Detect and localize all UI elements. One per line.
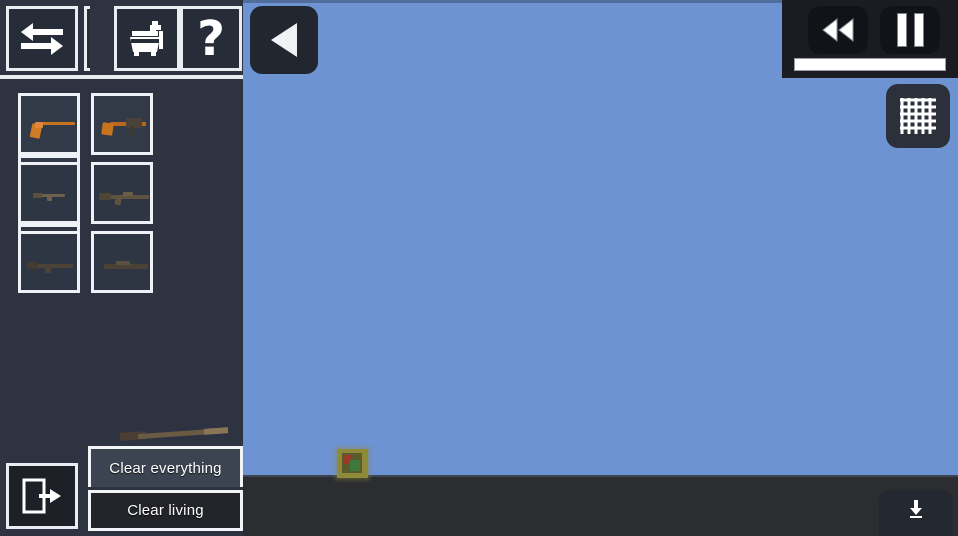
weapon-inventory-grid [18, 93, 233, 300]
inventory-row [18, 162, 233, 286]
exit-door-icon [22, 478, 61, 514]
download-arrow-icon [910, 500, 922, 518]
clear-everything-button[interactable]: Clear everything [88, 446, 243, 487]
clear-living-button[interactable]: Clear living [88, 490, 243, 531]
sidebar-toolbar: ? [0, 0, 243, 78]
clear-actions: Clear everything Clear living [88, 446, 243, 531]
paint-button[interactable] [114, 6, 180, 71]
inventory-slot-carbine[interactable] [18, 162, 80, 224]
playback-panel [782, 0, 958, 78]
swap-button[interactable] [6, 6, 78, 71]
weapon-sprite-floor-rifle [119, 424, 230, 441]
crate-detail-green [350, 460, 360, 471]
paint-bucket-icon [130, 20, 163, 56]
pause-icon [896, 13, 924, 47]
toolbar-divider [0, 75, 243, 79]
inventory-row [18, 93, 233, 217]
help-button[interactable]: ? [180, 6, 242, 71]
left-sidebar: ? Clear everything Clear living [0, 0, 243, 536]
inventory-slot-pistol[interactable] [18, 93, 80, 155]
rewind-icon [822, 18, 854, 42]
game-screen: ? Clear everything Clear living [0, 0, 958, 536]
pause-button[interactable] [880, 6, 940, 54]
grid-toggle-button[interactable] [886, 84, 950, 148]
swap-arrows-icon [21, 22, 63, 55]
collapse-panel-button[interactable] [250, 6, 318, 74]
inventory-slot-machine-gun[interactable] [18, 231, 80, 293]
floor-rifle-tip [203, 427, 229, 435]
exit-button[interactable] [6, 463, 78, 529]
speed-slider[interactable] [794, 58, 946, 71]
inventory-slot-assault-rifle[interactable] [91, 162, 154, 224]
grid-mesh-icon [900, 98, 936, 134]
rewind-button[interactable] [808, 6, 868, 54]
download-button[interactable] [879, 490, 953, 536]
question-mark-icon: ? [197, 10, 225, 67]
inventory-row [18, 231, 233, 300]
triangle-left-icon [271, 23, 297, 57]
inventory-slot-rocket-launcher[interactable] [91, 231, 154, 293]
inventory-slot-submachine-gun[interactable] [91, 93, 154, 155]
world-object-crate-block[interactable] [337, 449, 368, 478]
